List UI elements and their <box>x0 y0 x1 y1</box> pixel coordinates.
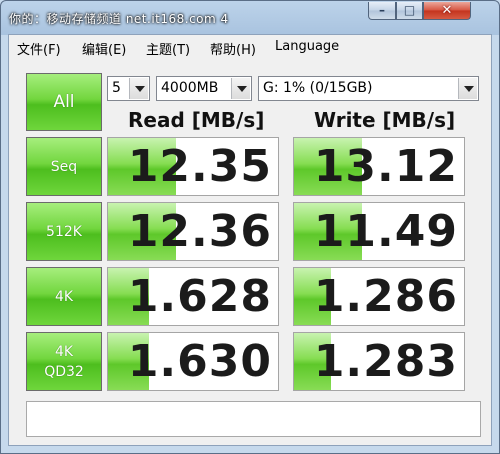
seq-button[interactable]: Seq <box>26 137 102 196</box>
4k-read-value: 1.628 <box>127 271 272 322</box>
test-size-value: 4000MB <box>161 80 219 96</box>
menu-file[interactable]: 文件(F) <box>17 39 61 58</box>
title-bar[interactable]: 你的：移动存储频道 net.it168.com 4 – □ ✕ <box>1 1 499 34</box>
4k-qd32-write-value: 1.283 <box>313 336 458 387</box>
512k-button[interactable]: 512K <box>26 202 102 261</box>
app-window: 你的：移动存储频道 net.it168.com 4 – □ ✕ 文件(F) 编辑… <box>0 0 500 454</box>
menu-theme[interactable]: 主题(T) <box>146 39 190 58</box>
test-size-select[interactable]: 4000MB <box>156 76 252 101</box>
seq-write-value: 13.12 <box>313 141 458 192</box>
chevron-down-icon[interactable] <box>458 78 477 99</box>
maximize-icon: □ <box>403 3 416 17</box>
write-header: Write [MB/s] <box>314 108 456 132</box>
comment-field[interactable] <box>26 401 481 437</box>
minimize-button[interactable]: – <box>368 2 396 20</box>
seq-read-cell: 12.35 <box>107 137 279 196</box>
seq-read-value: 12.35 <box>127 141 272 192</box>
4k-qd32-label-line2: QD32 <box>44 363 84 380</box>
4k-read-cell: 1.628 <box>107 267 279 326</box>
all-button-label: All <box>53 92 75 112</box>
seq-label: Seq <box>50 158 78 175</box>
512k-read-value: 12.36 <box>127 206 272 257</box>
menu-help[interactable]: 帮助(H) <box>210 39 256 58</box>
4k-label: 4K <box>54 288 74 305</box>
test-count-select[interactable]: 5 <box>107 76 150 101</box>
test-count-value: 5 <box>112 80 121 96</box>
drive-select[interactable]: G: 1% (0/15GB) <box>258 76 479 101</box>
window-title: 你的：移动存储频道 net.it168.com 4 <box>9 12 229 26</box>
minimize-icon: – <box>379 3 385 17</box>
4k-qd32-write-cell: 1.283 <box>293 332 465 391</box>
chevron-down-icon[interactable] <box>129 78 148 99</box>
512k-write-cell: 11.49 <box>293 202 465 261</box>
512k-read-cell: 12.36 <box>107 202 279 261</box>
512k-write-value: 11.49 <box>313 206 458 257</box>
close-icon: ✕ <box>441 3 453 18</box>
512k-label: 512K <box>46 223 82 240</box>
all-button[interactable]: All <box>26 73 102 131</box>
close-button[interactable]: ✕ <box>423 2 471 20</box>
4k-qd32-read-value: 1.630 <box>127 336 272 387</box>
menu-edit[interactable]: 编辑(E) <box>82 39 126 58</box>
read-header: Read [MB/s] <box>128 108 265 132</box>
client-area: 文件(F) 编辑(E) 主题(T) 帮助(H) Language All 5 4… <box>8 34 492 446</box>
chevron-down-icon[interactable] <box>231 78 250 99</box>
4k-qd32-button[interactable]: 4K QD32 <box>26 332 102 391</box>
menu-language[interactable]: Language <box>275 39 339 54</box>
4k-qd32-read-cell: 1.630 <box>107 332 279 391</box>
4k-button[interactable]: 4K <box>26 267 102 326</box>
drive-value: G: 1% (0/15GB) <box>263 80 373 96</box>
4k-qd32-label: 4K QD32 <box>27 342 101 382</box>
4k-write-value: 1.286 <box>313 271 458 322</box>
4k-write-cell: 1.286 <box>293 267 465 326</box>
menu-bar: 文件(F) 编辑(E) 主题(T) 帮助(H) Language <box>9 35 491 58</box>
4k-qd32-label-line1: 4K <box>54 343 74 360</box>
seq-write-cell: 13.12 <box>293 137 465 196</box>
maximize-button[interactable]: □ <box>396 2 423 20</box>
